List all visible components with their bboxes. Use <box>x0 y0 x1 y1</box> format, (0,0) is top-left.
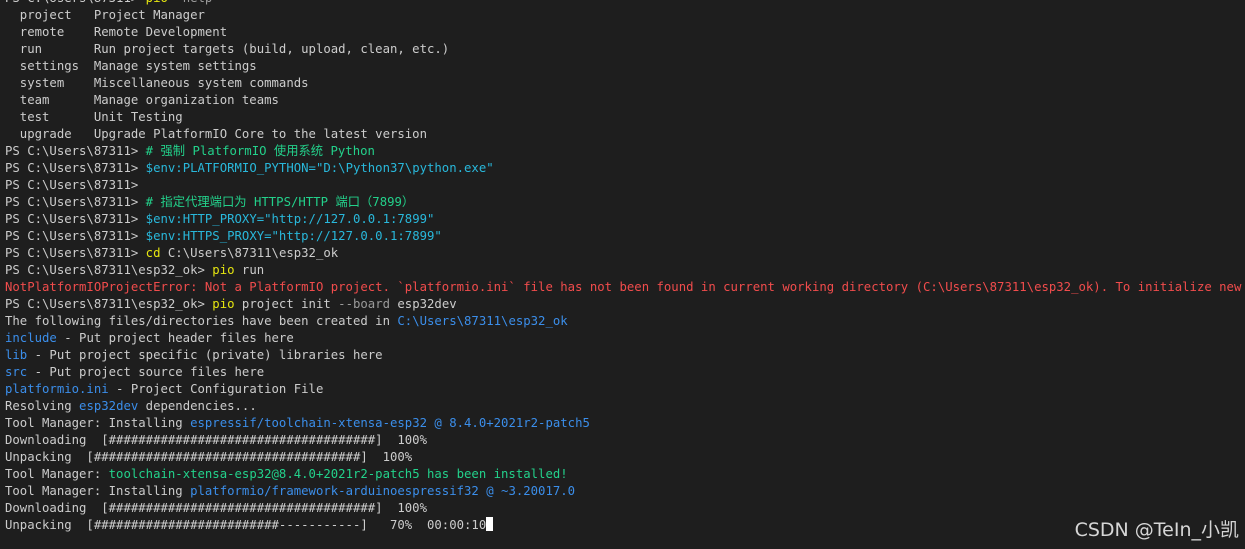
terminal-text: settings Manage system settings <box>5 59 257 73</box>
terminal-line: Tool Manager: toolchain-xtensa-esp32@8.4… <box>5 466 1245 483</box>
terminal-line: NotPlatformIOProjectError: Not a Platfor… <box>5 279 1245 296</box>
terminal-text: PS C:\Users\87311\esp32_ok> <box>5 297 213 311</box>
terminal-text: PS C:\Users\87311> <box>5 144 146 158</box>
terminal-text: remote Remote Development <box>5 25 228 39</box>
terminal-line: remote Remote Development <box>5 24 1245 41</box>
terminal-text: PS C:\Users\87311> <box>5 178 139 192</box>
terminal-text: PS C:\Users\87311> <box>5 195 146 209</box>
terminal-text: # 强制 PlatformIO 使用系统 Python <box>145 144 375 158</box>
terminal-line: test Unit Testing <box>5 109 1245 126</box>
terminal-line: PS C:\Users\87311> <box>5 177 1245 194</box>
terminal-text: PS C:\Users\87311> <box>5 0 146 5</box>
terminal-text: C:\Users\87311\esp32_ok <box>397 314 568 328</box>
terminal-line: Tool Manager: Installing platformio/fram… <box>5 483 1245 500</box>
terminal-text: include <box>5 331 57 345</box>
terminal-text: project init <box>234 297 339 311</box>
terminal-text: PS C:\Users\87311\esp32_ok> <box>5 263 213 277</box>
terminal-text: pio <box>146 0 168 5</box>
terminal-text: NotPlatformIOProjectError: Not a Platfor… <box>5 280 1242 294</box>
terminal-text: system Miscellaneous system commands <box>5 76 309 90</box>
terminal-text: run Run project targets (build, upload, … <box>5 42 450 56</box>
terminal-text: Tool Manager: Installing <box>5 484 191 498</box>
terminal-text: test Unit Testing <box>5 110 183 124</box>
terminal-text: Unpacking [#########################----… <box>5 518 487 532</box>
terminal-text: --board <box>338 297 390 311</box>
terminal-text: - Put project source files here <box>27 365 265 379</box>
terminal-line: PS C:\Users\87311\esp32_ok> pio project … <box>5 296 1245 313</box>
terminal-text: C:\Users\87311\esp32_ok <box>160 246 339 260</box>
terminal-line: settings Manage system settings <box>5 58 1245 75</box>
terminal-line: run Run project targets (build, upload, … <box>5 41 1245 58</box>
terminal-line: PS C:\Users\87311> pio -help <box>5 0 1245 7</box>
terminal-text: esp32dev <box>390 297 457 311</box>
terminal-line: PS C:\Users\87311> cd C:\Users\87311\esp… <box>5 245 1245 262</box>
terminal-text: $env:HTTPS_PROXY= <box>145 229 272 243</box>
terminal-text: lib <box>5 348 28 362</box>
terminal-text: - Project Configuration File <box>108 382 324 396</box>
terminal-line: PS C:\Users\87311> $env:PLATFORMIO_PYTHO… <box>5 160 1245 177</box>
terminal-text: espressif/toolchain-xtensa-esp32 @ 8.4.0… <box>190 416 590 430</box>
terminal-text: - Put project specific (private) librari… <box>27 348 383 362</box>
terminal-line: upgrade Upgrade PlatformIO Core to the l… <box>5 126 1245 143</box>
terminal-line: PS C:\Users\87311> # 指定代理端口为 HTTPS/HTTP … <box>5 194 1245 211</box>
terminal-text: $env:PLATFORMIO_PYTHON= <box>145 161 316 175</box>
watermark-text: CSDN @TeIn_小凯 <box>1074 519 1239 541</box>
terminal-text: platformio.ini <box>5 382 109 396</box>
terminal-line: system Miscellaneous system commands <box>5 75 1245 92</box>
terminal-text: Downloading [###########################… <box>5 433 427 447</box>
terminal-text: - Put project header files here <box>56 331 294 345</box>
terminal-line: PS C:\Users\87311> $env:HTTP_PROXY="http… <box>5 211 1245 228</box>
terminal-text: "http://127.0.0.1:7899" <box>264 212 435 226</box>
terminal-text: Tool Manager: <box>5 467 109 481</box>
terminal-line: project Project Manager <box>5 7 1245 24</box>
terminal-text: dependencies... <box>138 399 257 413</box>
terminal-text: cd <box>145 246 161 260</box>
terminal-line: platformio.ini - Project Configuration F… <box>5 381 1245 398</box>
terminal-text: esp32dev <box>79 399 139 413</box>
terminal-line: lib - Put project specific (private) lib… <box>5 347 1245 364</box>
terminal-text: platformio/framework-arduinoespressif32 … <box>190 484 576 498</box>
terminal-text: pio <box>212 263 235 277</box>
terminal-text: PS C:\Users\87311> <box>5 229 146 243</box>
terminal-text: run <box>234 263 265 277</box>
terminal-text: pio <box>212 297 235 311</box>
terminal-text: project Project Manager <box>5 8 205 22</box>
terminal-line: Unpacking [#############################… <box>5 449 1245 466</box>
terminal-text: team Manage organization teams <box>5 93 279 107</box>
terminal-text: toolchain-xtensa-esp32@8.4.0+2021r2-patc… <box>108 467 568 481</box>
terminal-line: Tool Manager: Installing espressif/toolc… <box>5 415 1245 432</box>
terminal-text: The following files/directories have bee… <box>5 314 398 328</box>
terminal-text: Resolving <box>5 399 80 413</box>
terminal-line: Downloading [###########################… <box>5 432 1245 449</box>
terminal-line: team Manage organization teams <box>5 92 1245 109</box>
terminal-text: PS C:\Users\87311> <box>5 246 146 260</box>
terminal-text: "http://127.0.0.1:7899" <box>271 229 442 243</box>
terminal-text: upgrade Upgrade PlatformIO Core to the l… <box>5 127 427 141</box>
terminal-line: PS C:\Users\87311\esp32_ok> pio run <box>5 262 1245 279</box>
terminal-line: PS C:\Users\87311> # 强制 PlatformIO 使用系统 … <box>5 143 1245 160</box>
terminal-text: "D:\Python37\python.exe" <box>315 161 494 175</box>
terminal-text: src <box>5 365 28 379</box>
terminal-text: -help <box>168 0 212 5</box>
terminal-text: PS C:\Users\87311> <box>5 161 146 175</box>
terminal-line: src - Put project source files here <box>5 364 1245 381</box>
terminal-line: PS C:\Users\87311> $env:HTTPS_PROXY="htt… <box>5 228 1245 245</box>
terminal-line: The following files/directories have bee… <box>5 313 1245 330</box>
terminal-text: Tool Manager: Installing <box>5 416 191 430</box>
terminal-cursor <box>486 517 494 531</box>
terminal-line: Downloading [###########################… <box>5 500 1245 517</box>
terminal-output[interactable]: PS C:\Users\87311> pio -help project Pro… <box>5 0 1245 549</box>
terminal-text: $env:HTTP_PROXY= <box>145 212 265 226</box>
terminal-text: PS C:\Users\87311> <box>5 212 146 226</box>
terminal-text: Unpacking [#############################… <box>5 450 413 464</box>
terminal-text: # 指定代理端口为 HTTPS/HTTP 端口（7899） <box>145 195 415 209</box>
terminal-text: Downloading [###########################… <box>5 501 427 515</box>
terminal-line: Unpacking [#########################----… <box>5 517 1245 534</box>
terminal-line: include - Put project header files here <box>5 330 1245 347</box>
terminal-line: Resolving esp32dev dependencies... <box>5 398 1245 415</box>
